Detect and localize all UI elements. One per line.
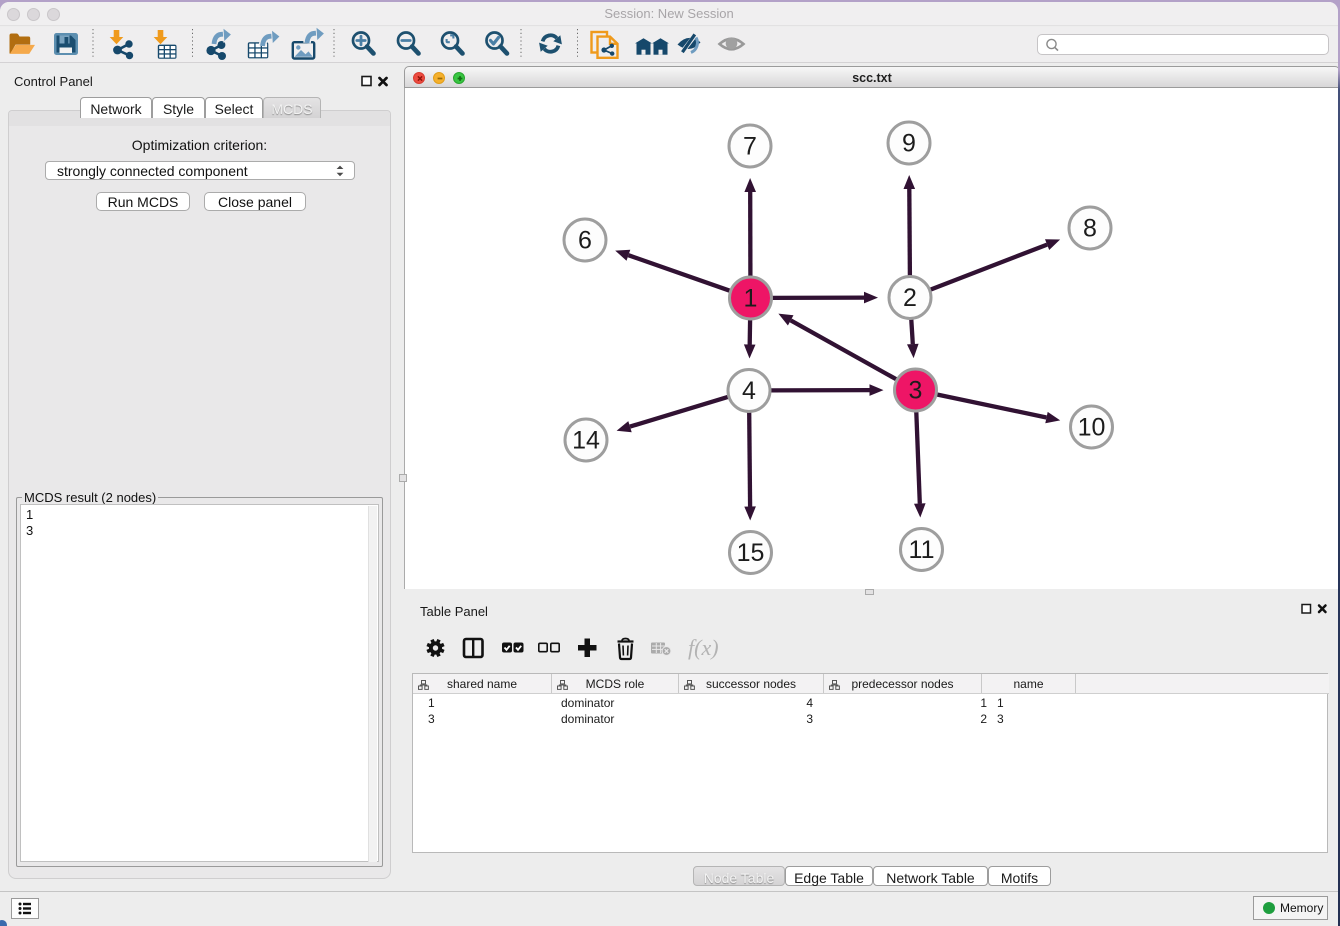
svg-text:9: 9 — [902, 130, 916, 158]
svg-text:8: 8 — [1083, 215, 1097, 243]
svg-text:14: 14 — [572, 427, 600, 455]
svg-text:f(x): f(x) — [688, 635, 719, 660]
svg-text:3: 3 — [909, 377, 923, 405]
svg-text:1: 1 — [744, 285, 758, 313]
svg-text:10: 10 — [1078, 414, 1106, 442]
svg-text:15: 15 — [737, 539, 765, 567]
svg-text:11: 11 — [909, 536, 935, 564]
svg-text:7: 7 — [743, 133, 757, 161]
svg-text:2: 2 — [903, 284, 917, 312]
svg-text:6: 6 — [578, 227, 592, 255]
svg-text:4: 4 — [742, 377, 756, 405]
